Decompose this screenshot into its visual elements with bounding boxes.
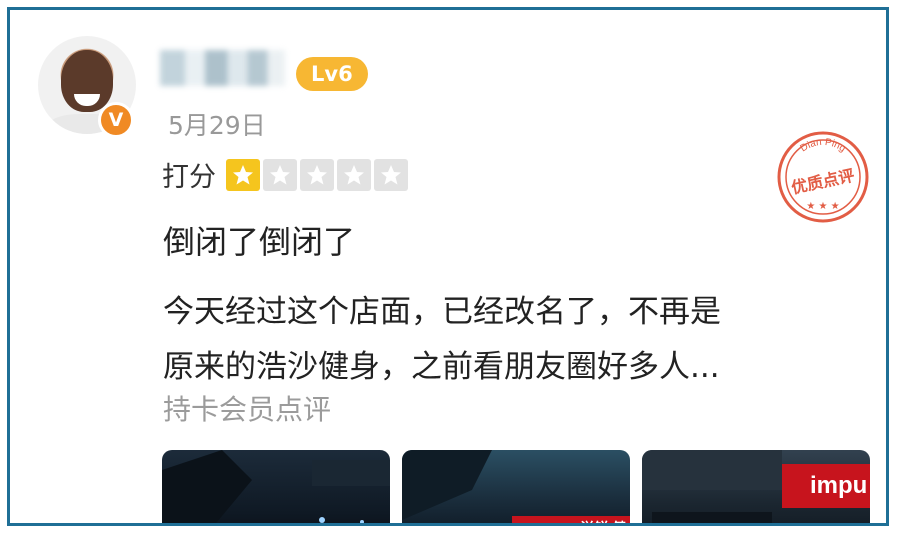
review-card: V Lv6 5月29日 打分 倒闭了倒闭了 今天经过这个店面，已经改名了，不再是… [7, 7, 889, 526]
photo-scene-icon [402, 450, 630, 523]
stamp-arc-text: Dian Ping [798, 137, 847, 155]
svg-text:Dian Ping: Dian Ping [798, 137, 847, 155]
star-rating [226, 158, 411, 191]
star-filled-icon [226, 158, 260, 191]
store-sign-text: impu [810, 472, 868, 499]
star-empty-icon [374, 158, 408, 191]
member-review-note: 持卡会员点评 [163, 393, 332, 426]
quality-review-stamp-icon: Dian Ping 优质点评 ★ ★ ★ [777, 131, 869, 223]
photo-scene-icon [162, 450, 390, 523]
username-blurred[interactable] [160, 50, 285, 86]
review-photo[interactable]: impulse 溢锐 健身 [402, 450, 630, 523]
review-title: 倒闭了倒闭了 [163, 223, 356, 261]
star-empty-icon [300, 158, 334, 191]
star-empty-icon [263, 158, 297, 191]
star-empty-icon [337, 158, 371, 191]
review-body-line: 今天经过这个店面，已经改名了，不再是 [163, 294, 721, 330]
store-sign-text: impulse 溢锐 健身 [524, 518, 630, 523]
rating-row: 打分 [162, 155, 411, 194]
review-date: 5月29日 [168, 111, 266, 140]
photo-gallery: impulse 溢锐 健身 impu [162, 450, 882, 523]
review-photo[interactable] [162, 450, 390, 523]
level-badge: Lv6 [296, 57, 368, 91]
review-body[interactable]: 今天经过这个店面，已经改名了，不再是 原来的浩沙健身，之前看朋友圈好多人... [163, 285, 863, 395]
rating-label: 打分 [162, 162, 216, 193]
stamp-stars-icon: ★ ★ ★ [806, 201, 839, 212]
vip-badge: V [98, 102, 134, 138]
review-photo[interactable]: impu [642, 450, 870, 523]
review-body-line: 原来的浩沙健身，之前看朋友圈好多人... [163, 349, 720, 385]
stamp-label: 优质点评 [790, 166, 857, 198]
